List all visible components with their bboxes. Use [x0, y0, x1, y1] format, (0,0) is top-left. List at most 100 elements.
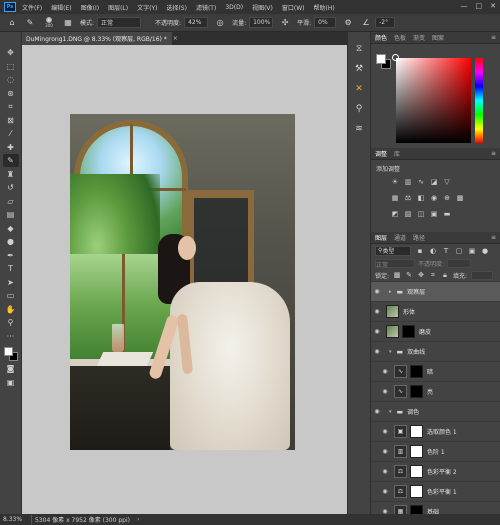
color-picker-cursor[interactable]	[392, 54, 399, 61]
crop-tool-icon[interactable]: ⌗	[3, 100, 19, 113]
tab-color[interactable]: 颜色	[375, 33, 387, 42]
home-icon[interactable]: ⌂	[6, 17, 18, 29]
exposure-icon[interactable]: ◪	[430, 178, 438, 186]
path-select-tool-icon[interactable]: ➤	[3, 276, 19, 289]
actions-panel-icon[interactable]: ⚒	[352, 62, 366, 76]
menu-view[interactable]: 视图(V)	[252, 3, 273, 12]
marquee-tool-icon[interactable]: ⬚	[3, 60, 19, 73]
brush-tool-icon[interactable]: ✎	[2, 154, 19, 167]
color-panel-swatches[interactable]	[376, 54, 392, 70]
filter-toggle-icon[interactable]: ●	[481, 247, 489, 255]
clone-stamp-tool-icon[interactable]: ♜	[3, 168, 19, 181]
type-tool-icon[interactable]: T	[3, 262, 19, 275]
airbrush-icon[interactable]: ✣	[279, 17, 291, 29]
lock-all-icon[interactable]: 🔒︎	[441, 271, 449, 279]
filter-pixel-icon[interactable]: ▪	[416, 247, 424, 255]
color-picker-field[interactable]	[396, 58, 471, 143]
gradient-map-icon[interactable]: ▬	[443, 210, 451, 218]
layer-mask-thumbnail[interactable]	[410, 385, 423, 398]
group-collapse-icon[interactable]: ▾	[389, 409, 392, 415]
lock-image-icon[interactable]: ✎	[405, 271, 413, 279]
tab-libraries[interactable]: 库	[394, 149, 400, 158]
visibility-eye-icon[interactable]: ◉	[371, 408, 383, 415]
hue-saturation-icon[interactable]: ▦	[391, 194, 399, 202]
layer-mask-thumbnail[interactable]	[410, 445, 423, 458]
menu-window[interactable]: 窗口(W)	[282, 3, 305, 12]
black-white-icon[interactable]: ◧	[417, 194, 425, 202]
lock-position-icon[interactable]: ✥	[417, 271, 425, 279]
history-panel-icon[interactable]: ⧖	[352, 42, 366, 56]
lock-artboard-icon[interactable]: ⌗	[429, 271, 437, 279]
color-lookup-icon[interactable]: ▩	[456, 194, 464, 202]
layer-row[interactable]: ◉ ▣ 选取颜色 1	[371, 421, 500, 441]
filter-smart-icon[interactable]: ▣	[468, 247, 476, 255]
lasso-tool-icon[interactable]: ◌	[3, 73, 19, 86]
menu-file[interactable]: 文件(F)	[22, 3, 42, 12]
visibility-eye-icon[interactable]: ◉	[379, 488, 391, 495]
status-menu-icon[interactable]: ›	[137, 516, 139, 523]
menu-help[interactable]: 帮助(H)	[314, 3, 335, 12]
foreground-color-swatch[interactable]	[376, 54, 386, 64]
channel-mixer-icon[interactable]: ⊕	[443, 194, 451, 202]
visibility-eye-icon[interactable]: ◉	[379, 388, 391, 395]
opacity-input[interactable]: 42%	[184, 17, 209, 28]
rectangle-tool-icon[interactable]: ▭	[3, 289, 19, 302]
tab-adjustments[interactable]: 调整	[375, 149, 387, 158]
hue-slider[interactable]	[475, 58, 483, 143]
pressure-opacity-icon[interactable]: ◎	[214, 17, 226, 29]
menu-image[interactable]: 图像(I)	[81, 3, 99, 12]
layer-row[interactable]: ◉ ▸ ▬ 观察层	[371, 281, 500, 301]
smoothing-input[interactable]: 0%	[314, 17, 337, 28]
brush-settings-icon[interactable]: ▦	[62, 17, 74, 29]
tab-gradients[interactable]: 渐变	[413, 33, 425, 42]
filter-shape-icon[interactable]: ▢	[455, 247, 463, 255]
visibility-eye-icon[interactable]: ◉	[371, 308, 383, 315]
visibility-eye-icon[interactable]: ◉	[371, 328, 383, 335]
visibility-eye-icon[interactable]: ◉	[379, 468, 391, 475]
frame-tool-icon[interactable]: ⊠	[3, 114, 19, 127]
tab-patterns[interactable]: 图案	[432, 33, 444, 42]
layer-row[interactable]: ◉ ⚖ 色彩平衡 1	[371, 481, 500, 501]
lock-transparent-icon[interactable]: ▩	[393, 271, 401, 279]
brush-preset-picker[interactable]: 300	[42, 17, 56, 29]
close-button[interactable]: ✕	[490, 2, 496, 10]
layer-row[interactable]: ◉ ∿ 亮	[371, 381, 500, 401]
tab-close-icon[interactable]: ×	[173, 35, 178, 42]
layer-mask-thumbnail[interactable]	[410, 365, 423, 378]
menu-type[interactable]: 文字(Y)	[137, 3, 157, 12]
screen-mode-icon[interactable]: ▣	[3, 376, 19, 389]
properties-panel-icon[interactable]: ≋	[352, 122, 366, 136]
history-brush-tool-icon[interactable]: ↺	[3, 181, 19, 194]
gear-icon[interactable]: ⚙	[342, 17, 354, 29]
layer-opacity-input[interactable]	[447, 258, 472, 268]
visibility-eye-icon[interactable]: ◉	[379, 448, 391, 455]
layer-row[interactable]: ◉ 磨皮	[371, 321, 500, 341]
menu-layer[interactable]: 图层(L)	[108, 3, 128, 12]
move-tool-icon[interactable]: ✥	[3, 46, 19, 59]
selective-color-icon[interactable]: ▣	[430, 210, 438, 218]
quick-select-tool-icon[interactable]: ⊛	[3, 87, 19, 100]
layer-mask-thumbnail[interactable]	[410, 485, 423, 498]
color-swatches[interactable]	[3, 346, 19, 362]
foreground-color-swatch[interactable]	[3, 347, 13, 356]
layer-row[interactable]: ◉ ▾ ▬ 调色	[371, 401, 500, 421]
filter-adjustment-icon[interactable]: ◐	[429, 247, 437, 255]
threshold-icon[interactable]: ◫	[417, 210, 425, 218]
levels-icon[interactable]: ▥	[404, 178, 412, 186]
pen-tool-icon[interactable]: ✒	[3, 249, 19, 262]
layer-mask-thumbnail[interactable]	[402, 325, 415, 338]
minimize-button[interactable]: —	[461, 2, 468, 10]
menu-3d[interactable]: 3D(D)	[225, 4, 243, 11]
invert-icon[interactable]: ◩	[391, 210, 399, 218]
zoom-level[interactable]: 8.33%	[3, 516, 25, 523]
document-tab[interactable]: DuMingrong1.DNG @ 8.33% (观察层, RGB/16) * …	[22, 32, 178, 45]
gradient-tool-icon[interactable]: ▤	[3, 208, 19, 221]
angle-input[interactable]: -2°	[375, 17, 396, 28]
menu-select[interactable]: 选择(S)	[166, 3, 187, 12]
fill-input[interactable]	[471, 270, 494, 280]
maximize-button[interactable]: □	[476, 2, 483, 10]
vibrance-icon[interactable]: ▽	[443, 178, 451, 186]
flow-input[interactable]: 100%	[249, 17, 274, 28]
layer-row[interactable]: ◉ ▥ 色阶 1	[371, 441, 500, 461]
blur-tool-icon[interactable]: ◆	[3, 222, 19, 235]
